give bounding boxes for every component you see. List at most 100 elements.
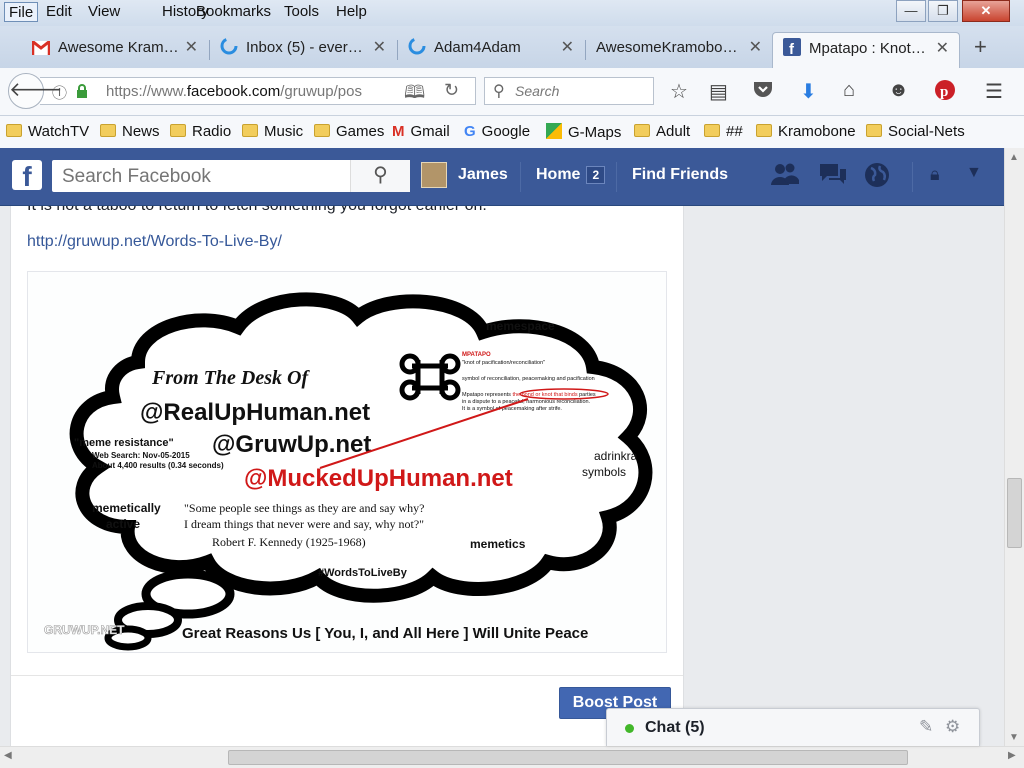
tab-awesome-kram[interactable]: Awesome Kram… ✕ xyxy=(22,32,208,68)
facebook-search-input[interactable] xyxy=(62,166,342,188)
tab-awesomekramobone[interactable]: AwesomeKramobo… ✕ xyxy=(586,32,772,68)
new-tab-button[interactable]: + xyxy=(974,34,987,60)
tab-close-icon[interactable]: ✕ xyxy=(749,32,762,64)
watermark: GRUWUP.NET xyxy=(44,623,125,637)
horizontal-scroll-thumb[interactable] xyxy=(228,750,908,765)
emoji-icon[interactable]: ☻ xyxy=(888,79,909,102)
scroll-down-icon[interactable]: ▼ xyxy=(1009,732,1019,743)
bookmark-kramobone[interactable]: Kramobone xyxy=(756,123,856,140)
horizontal-scrollbar[interactable]: ◀ ▶ xyxy=(0,746,1024,768)
label-memetics: memetics xyxy=(470,537,526,551)
mpatapo-line-2: symbol of reconciliation, peacemaking an… xyxy=(462,376,595,382)
facebook-search-button[interactable]: ⚲ xyxy=(350,160,410,192)
pinterest-icon[interactable]: p xyxy=(934,79,956,107)
bookmark-watchtv[interactable]: WatchTV xyxy=(6,123,89,140)
menu-view[interactable]: View xyxy=(84,2,124,22)
tab-close-icon[interactable]: ✕ xyxy=(373,32,386,64)
bookmark-label: WatchTV xyxy=(28,123,90,140)
bookmark-music[interactable]: Music xyxy=(242,123,303,140)
hamburger-menu-icon[interactable]: ☰ xyxy=(985,79,1003,104)
nav-divider xyxy=(616,162,617,192)
facebook-search: ⚲ xyxy=(52,160,410,192)
tab-close-icon[interactable]: ✕ xyxy=(561,32,574,64)
online-status-icon xyxy=(625,724,634,733)
account-dropdown-icon[interactable]: ▼ xyxy=(966,164,982,182)
tab-close-icon[interactable]: ✕ xyxy=(936,33,949,65)
post: It is not a taboo to return to fetch som… xyxy=(10,206,684,746)
menu-tools[interactable]: Tools xyxy=(280,2,323,22)
bookmark-google[interactable]: G Google xyxy=(464,123,530,140)
navigation-bar: ⓘ https://www.facebook.com/gruwup/pos 🕮 … xyxy=(0,68,1024,116)
bookmark-social-nets[interactable]: Social-Nets xyxy=(866,123,965,140)
tab-bar: Awesome Kram… ✕ Inbox (5) - ever… ✕ Adam… xyxy=(0,26,1024,68)
menu-bookmarks[interactable]: Bookmarks xyxy=(192,2,275,22)
messages-icon[interactable] xyxy=(818,162,848,192)
bookmark-hash[interactable]: ## xyxy=(704,123,743,140)
bookmark-label: Adult xyxy=(656,123,691,140)
post-link[interactable]: http://gruwup.net/Words-To-Live-By/ xyxy=(27,233,282,251)
scroll-up-icon[interactable]: ▲ xyxy=(1009,152,1019,163)
vertical-scroll-thumb[interactable] xyxy=(1007,478,1022,548)
search-icon: ⚲ xyxy=(373,164,388,186)
minimize-button[interactable]: — xyxy=(896,0,926,22)
notifications-globe-icon[interactable] xyxy=(864,162,890,194)
label-memespace: memespace xyxy=(486,319,555,333)
friend-requests-icon[interactable] xyxy=(770,162,800,192)
bookmark-gmail[interactable]: M Gmail xyxy=(392,123,450,140)
loading-icon xyxy=(408,35,426,55)
facebook-header: f ⚲ James Home 2 Find Friends 🔒︎ ▼ xyxy=(0,148,1004,206)
maximize-button[interactable]: ❐ xyxy=(928,0,958,22)
menu-file[interactable]: File xyxy=(4,2,39,22)
scroll-left-icon[interactable]: ◀ xyxy=(4,750,12,761)
folder-icon xyxy=(756,124,772,137)
home-icon[interactable]: ⌂ xyxy=(843,79,855,102)
bookmarks-list-icon[interactable]: ▤ xyxy=(709,79,728,104)
reload-icon[interactable]: ↻ xyxy=(444,80,459,101)
chat-sidebar-tab[interactable]: Chat (5) ✎ ⚙ xyxy=(606,708,980,746)
back-button[interactable]: 🡐 xyxy=(8,73,63,109)
nav-divider xyxy=(912,162,913,192)
pocket-icon[interactable] xyxy=(752,79,774,105)
bookmark-star-icon[interactable]: ☆ xyxy=(670,79,688,104)
tab-title: Awesome Kram… xyxy=(58,39,179,56)
menu-help[interactable]: Help xyxy=(332,2,371,22)
tab-adam4adam[interactable]: Adam4Adam ✕ xyxy=(398,32,584,68)
bookmark-radio[interactable]: Radio xyxy=(170,123,231,140)
home-link[interactable]: Home 2 xyxy=(536,166,606,184)
tab-mpatapo[interactable]: f Mpatapo : Knot… ✕ xyxy=(772,32,960,68)
folder-icon xyxy=(704,124,720,137)
search-bar[interactable]: ⚲ Search xyxy=(484,77,654,105)
menu-edit[interactable]: Edit xyxy=(42,2,76,22)
bookmark-gmaps[interactable]: G-Maps xyxy=(546,123,621,141)
quote-author: Robert F. Kennedy (1925-1968) xyxy=(212,535,366,549)
url-bar[interactable]: ⓘ https://www.facebook.com/gruwup/pos 🕮 … xyxy=(40,77,476,105)
find-friends-link[interactable]: Find Friends xyxy=(632,166,728,184)
profile-link[interactable]: James xyxy=(458,166,508,184)
new-message-icon[interactable]: ✎ xyxy=(919,717,933,737)
desk-text: From The Desk Of xyxy=(151,367,310,389)
post-image[interactable]: From The Desk Of @RealUpHuman.net @GruwU… xyxy=(27,271,667,653)
reader-view-icon[interactable]: 🕮 xyxy=(404,80,425,110)
avatar[interactable] xyxy=(421,162,447,188)
close-window-button[interactable]: ✕ xyxy=(962,0,1010,22)
url-prefix: https://www. xyxy=(106,83,187,100)
scroll-right-icon[interactable]: ▶ xyxy=(1008,750,1016,761)
home-label: Home xyxy=(536,166,581,183)
bookmark-news[interactable]: News xyxy=(100,123,160,140)
label-adrinkra: adrinkra xyxy=(594,449,638,463)
tab-title: Adam4Adam xyxy=(434,39,521,56)
page-content: It is not a taboo to return to fetch som… xyxy=(0,206,1004,746)
bookmark-adult[interactable]: Adult xyxy=(634,123,690,140)
vertical-scrollbar[interactable]: ▲ ▼ xyxy=(1004,148,1024,746)
tab-inbox[interactable]: Inbox (5) - ever… ✕ xyxy=(210,32,396,68)
facebook-logo-icon[interactable]: f xyxy=(12,160,42,192)
chat-settings-gear-icon[interactable]: ⚙ xyxy=(945,717,960,737)
svg-text:p: p xyxy=(940,84,948,100)
tab-close-icon[interactable]: ✕ xyxy=(185,32,198,64)
label-symbols: symbols xyxy=(582,465,626,479)
download-icon[interactable]: ⬇ xyxy=(800,79,817,104)
privacy-shortcuts-icon[interactable]: 🔒︎ xyxy=(930,164,940,185)
folder-icon xyxy=(242,124,258,137)
bookmark-label: News xyxy=(122,123,160,140)
bookmark-games[interactable]: Games xyxy=(314,123,384,140)
